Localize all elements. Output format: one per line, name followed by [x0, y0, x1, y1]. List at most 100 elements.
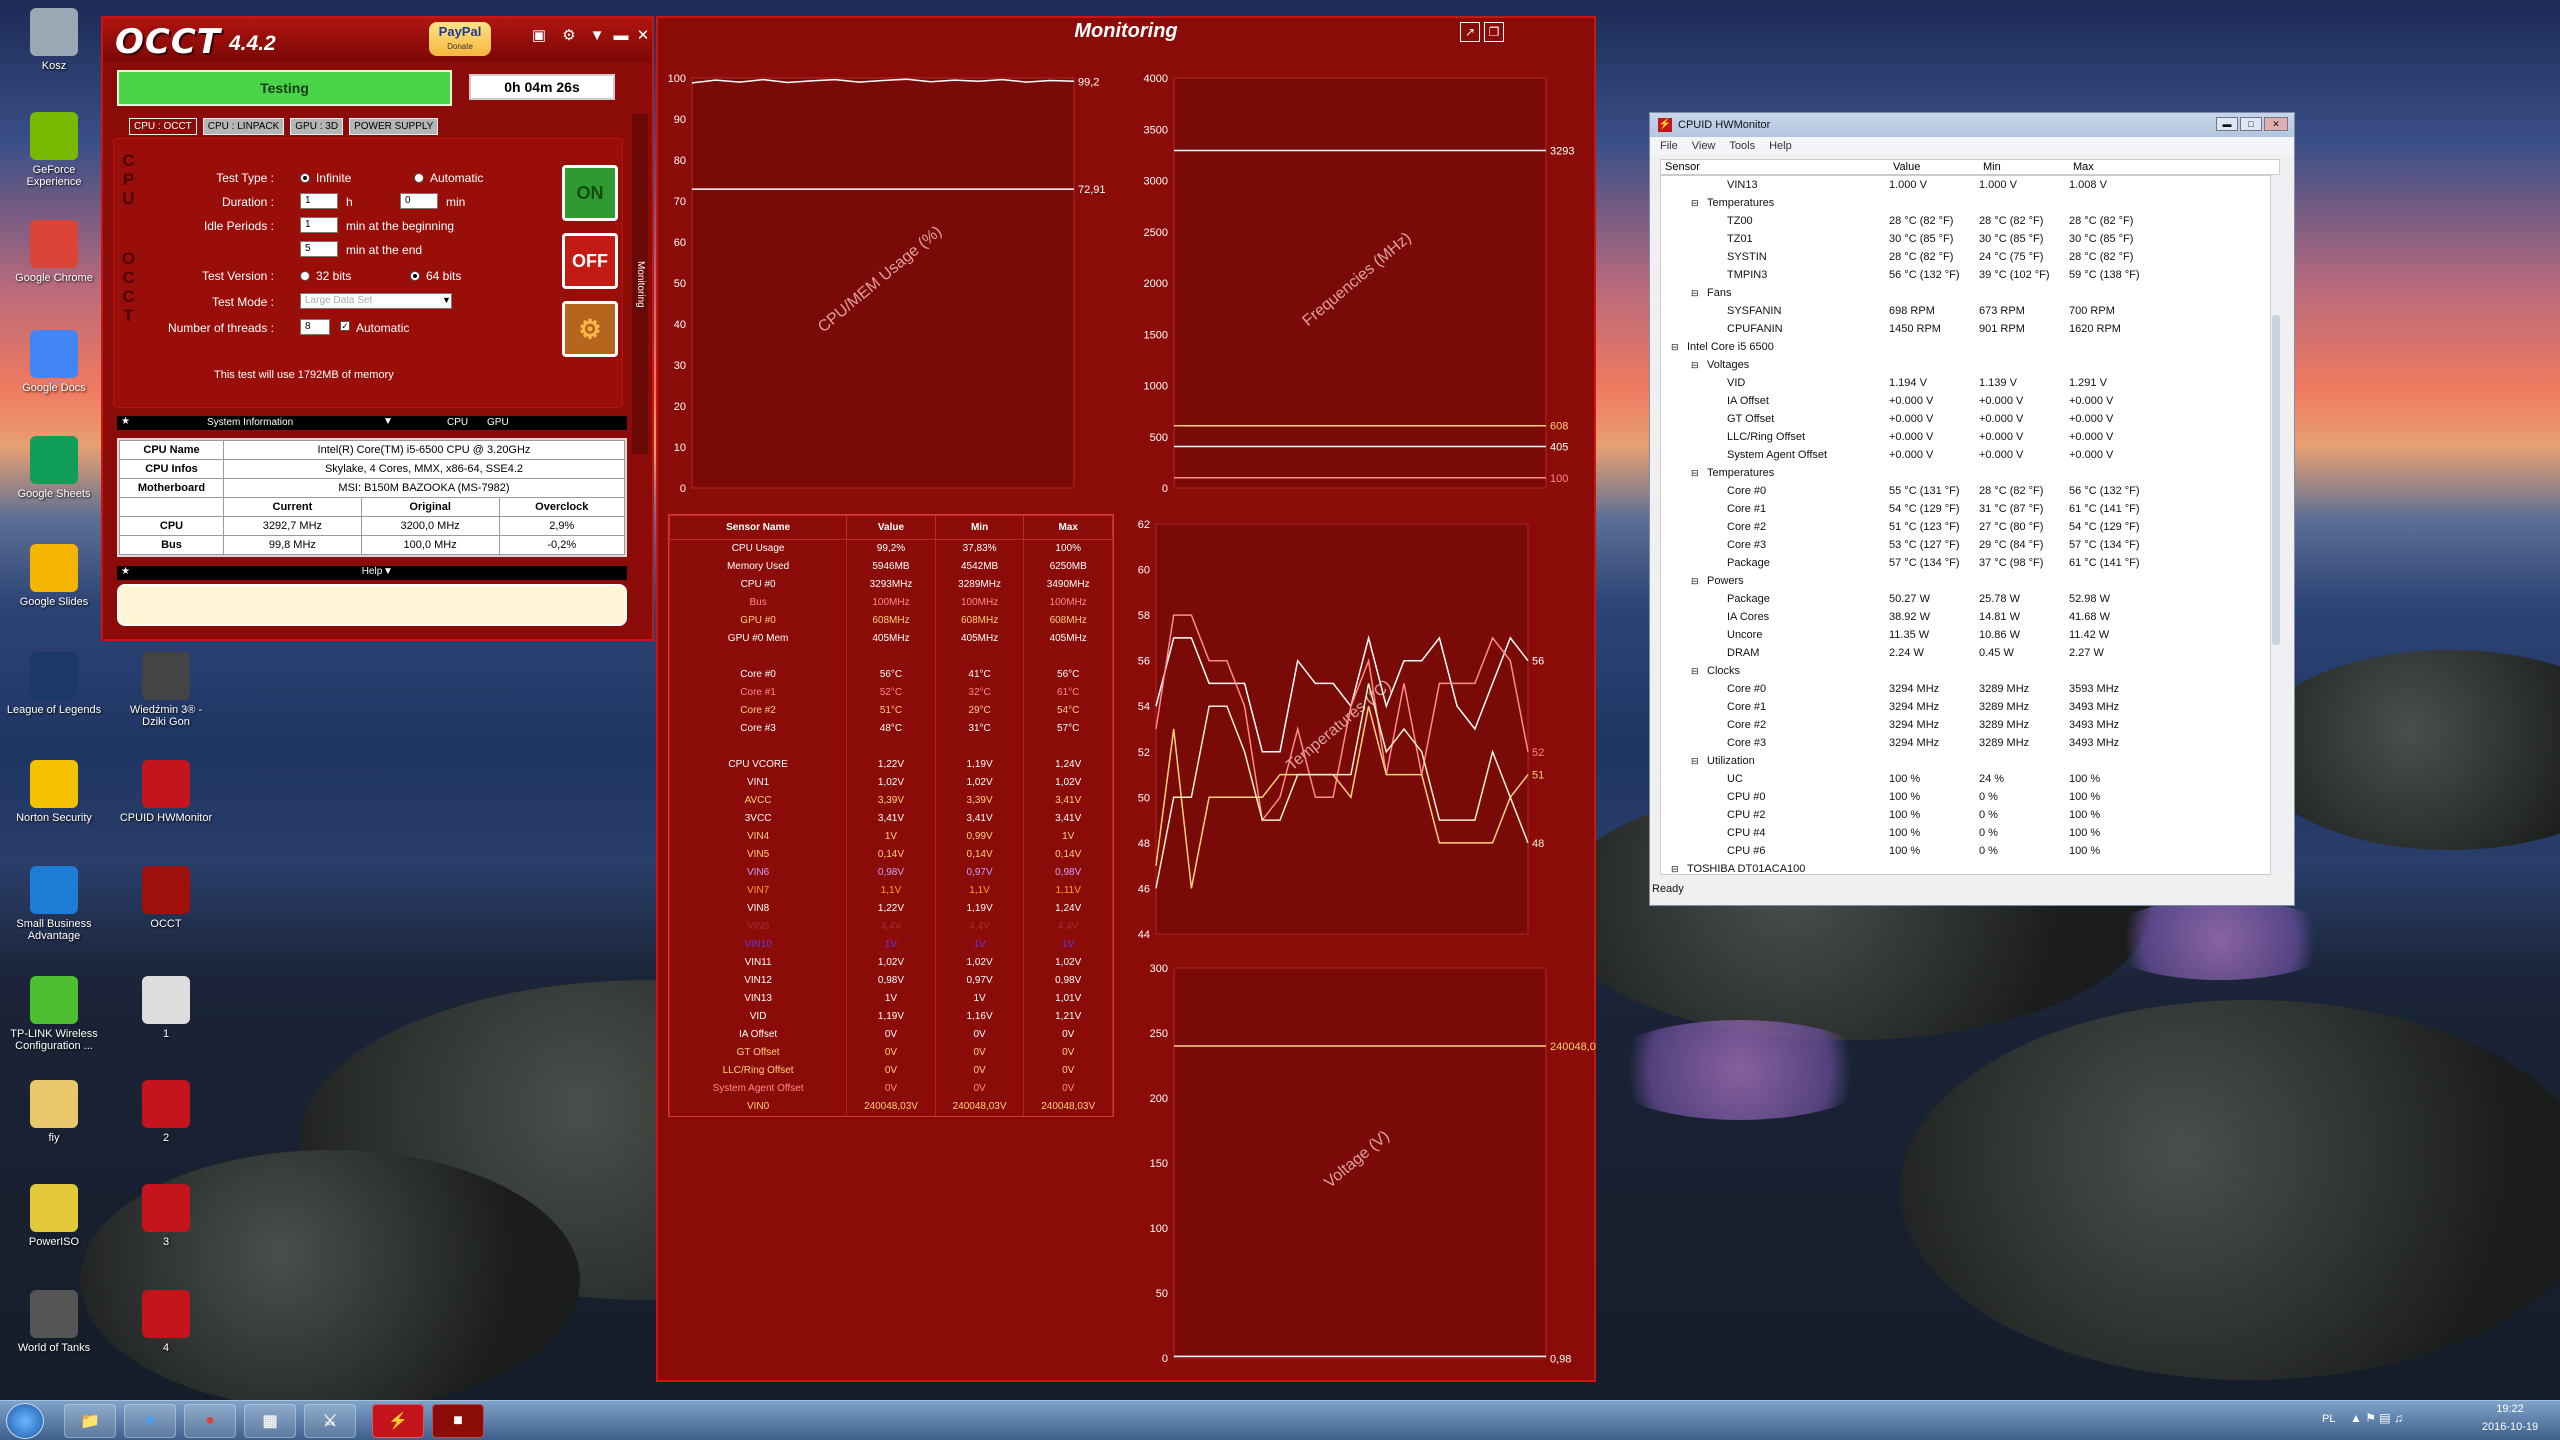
- desktop-icon[interactable]: Small Business Advantage: [6, 866, 102, 942]
- hwmonitor-titlebar[interactable]: ⚡ CPUID HWMonitor ▬ □ ✕: [1650, 113, 2294, 137]
- desktop-icon[interactable]: TP-LINK Wireless Configuration ...: [6, 976, 102, 1052]
- tree-row[interactable]: System Agent Offset +0.000 V +0.000 V +0.00…: [1661, 446, 2269, 464]
- tree-row[interactable]: LLC/Ring Offset +0.000 V +0.000 V +0.000 V: [1661, 428, 2269, 446]
- tree-group[interactable]: ⊟ Clocks: [1661, 662, 2269, 680]
- tree-group[interactable]: ⊟ Voltages: [1661, 356, 2269, 374]
- tree-row[interactable]: TMPIN3 56 °C (132 °F) 39 °C (102 °F) 59 °C …: [1661, 266, 2269, 284]
- sysinfo-tab-cpu[interactable]: CPU: [447, 417, 468, 428]
- desktop-icon[interactable]: CPUID HWMonitor: [118, 760, 214, 824]
- monitoring-toggle[interactable]: Monitoring: [632, 114, 648, 454]
- minimize-icon[interactable]: ▬: [2216, 117, 2238, 131]
- tree-group[interactable]: ⊟ Temperatures: [1661, 194, 2269, 212]
- occt-titlebar[interactable]: OCCT 4.4.2 PayPal Donate ▣ ⚙ ▼ ▬ ✕: [103, 18, 652, 62]
- tree-row[interactable]: CPU #0 100 % 0 % 100 %: [1661, 788, 2269, 806]
- hwmonitor-tree[interactable]: VIN13 1.000 V 1.000 V 1.008 V ⊟ Temperatures T…: [1660, 175, 2280, 875]
- tree-row[interactable]: UC 100 % 24 % 100 %: [1661, 770, 2269, 788]
- tree-group[interactable]: ⊟ Temperatures: [1661, 464, 2269, 482]
- clock-date[interactable]: 2016-10-19: [2470, 1421, 2550, 1433]
- tree-row[interactable]: Core #2 3294 MHz 3289 MHz 3493 MHz: [1661, 716, 2269, 734]
- ie-taskbar-icon[interactable]: e: [124, 1404, 176, 1438]
- radio-64bit[interactable]: [410, 271, 420, 281]
- threads-auto-checkbox[interactable]: ✓: [340, 321, 350, 331]
- tree-row[interactable]: CPU #6 100 % 0 % 100 %: [1661, 842, 2269, 860]
- desktop-icon[interactable]: 2: [118, 1080, 214, 1144]
- tab-gpu-3d[interactable]: GPU : 3D: [290, 118, 344, 135]
- tab-cpu-linpack[interactable]: CPU : LINPACK: [202, 118, 285, 135]
- paypal-donate-button[interactable]: PayPal Donate: [429, 22, 491, 56]
- start-button[interactable]: ON: [562, 165, 618, 221]
- tree-row[interactable]: VID 1.194 V 1.139 V 1.291 V: [1661, 374, 2269, 392]
- tree-row[interactable]: GT Offset +0.000 V +0.000 V +0.000 V: [1661, 410, 2269, 428]
- language-indicator[interactable]: PL: [2322, 1413, 2335, 1425]
- tree-row[interactable]: Core #3 3294 MHz 3289 MHz 3493 MHz: [1661, 734, 2269, 752]
- tab-power-supply[interactable]: POWER SUPPLY: [349, 118, 439, 135]
- radio-automatic[interactable]: [414, 173, 424, 183]
- tree-row[interactable]: Core #3 53 °C (127 °F) 29 °C (84 °F) 57 °C …: [1661, 536, 2269, 554]
- tree-group[interactable]: ⊟ Powers: [1661, 572, 2269, 590]
- expand-icon[interactable]: ⊟: [1671, 338, 1679, 356]
- idle-end-input[interactable]: 5: [300, 241, 338, 257]
- tree-group[interactable]: ⊟ Utilization: [1661, 752, 2269, 770]
- tree-row[interactable]: VIN13 1.000 V 1.000 V 1.008 V: [1661, 176, 2269, 194]
- tree-row[interactable]: TZ00 28 °C (82 °F) 28 °C (82 °F) 28 °C (82 …: [1661, 212, 2269, 230]
- idle-begin-input[interactable]: 1: [300, 217, 338, 233]
- sysinfo-tab-gpu[interactable]: GPU: [487, 417, 509, 428]
- desktop-icon[interactable]: OCCT: [118, 866, 214, 930]
- col-sensor[interactable]: Sensor: [1665, 161, 1700, 173]
- desktop-icon[interactable]: World of Tanks: [6, 1290, 102, 1354]
- menu-file[interactable]: File: [1660, 137, 1678, 155]
- tree-row[interactable]: Core #0 55 °C (131 °F) 28 °C (82 °F) 56 °C …: [1661, 482, 2269, 500]
- test-mode-select[interactable]: Large Data Set: [300, 293, 452, 309]
- expand-icon[interactable]: ⊟: [1691, 752, 1699, 770]
- tree-row[interactable]: Core #2 51 °C (123 °F) 27 °C (80 °F) 54 °C …: [1661, 518, 2269, 536]
- tree-row[interactable]: Uncore 11.35 W 10.86 W 11.42 W: [1661, 626, 2269, 644]
- hwmonitor-taskbar-icon[interactable]: ⚡: [372, 1404, 424, 1438]
- tree-row[interactable]: IA Cores 38.92 W 14.81 W 41.68 W: [1661, 608, 2269, 626]
- minimize-icon[interactable]: ▬: [611, 26, 631, 46]
- expand-icon[interactable]: ⊟: [1691, 464, 1699, 482]
- col-min[interactable]: Min: [1983, 161, 2001, 173]
- clock-time[interactable]: 19:22: [2480, 1403, 2540, 1415]
- desktop-icon[interactable]: Google Slides: [6, 544, 102, 608]
- winrar-taskbar-icon[interactable]: ▦: [244, 1404, 296, 1438]
- scrollbar[interactable]: [2270, 175, 2280, 875]
- desktop-icon[interactable]: GeForce Experience: [6, 112, 102, 188]
- tree-group[interactable]: ⊟ Intel Core i5 6500: [1661, 338, 2269, 356]
- options-button[interactable]: ⚙: [562, 301, 618, 357]
- maximize-icon[interactable]: □: [2240, 117, 2262, 131]
- collapse-icon[interactable]: ▼: [383, 416, 393, 427]
- tree-group[interactable]: ⊟ Fans: [1661, 284, 2269, 302]
- tray-icons[interactable]: ▲ ⚑ ▤ ♫: [2350, 1411, 2403, 1425]
- tree-row[interactable]: CPUFANIN 1450 RPM 901 RPM 1620 RPM: [1661, 320, 2269, 338]
- tree-row[interactable]: Package 50.27 W 25.78 W 52.98 W: [1661, 590, 2269, 608]
- tab-cpu-occt[interactable]: CPU : OCCT: [129, 118, 197, 135]
- desktop-icon[interactable]: Google Chrome: [6, 220, 102, 284]
- duration-hours-input[interactable]: 1: [300, 193, 338, 209]
- occt-taskbar-icon[interactable]: ■: [432, 1404, 484, 1438]
- radio-infinite[interactable]: [300, 173, 310, 183]
- radio-32bit[interactable]: [300, 271, 310, 281]
- expand-icon[interactable]: ⊟: [1691, 194, 1699, 212]
- desktop-icon[interactable]: fiy: [6, 1080, 102, 1144]
- desktop-icon[interactable]: 1: [118, 976, 214, 1040]
- tree-row[interactable]: Core #0 3294 MHz 3289 MHz 3593 MHz: [1661, 680, 2269, 698]
- chrome-taskbar-icon[interactable]: ●: [184, 1404, 236, 1438]
- tree-group[interactable]: ⊟ TOSHIBA DT01ACA100: [1661, 860, 2269, 874]
- tree-row[interactable]: Package 57 °C (134 °F) 37 °C (98 °F) 61 °C …: [1661, 554, 2269, 572]
- desktop-icon[interactable]: PowerISO: [6, 1184, 102, 1248]
- chevron-down-icon[interactable]: ▼: [442, 295, 451, 305]
- tree-row[interactable]: Core #1 3294 MHz 3289 MHz 3493 MHz: [1661, 698, 2269, 716]
- col-value[interactable]: Value: [1893, 161, 1920, 173]
- tree-row[interactable]: CPU #4 100 % 0 % 100 %: [1661, 824, 2269, 842]
- start-button[interactable]: [6, 1403, 44, 1439]
- screenshot-icon[interactable]: ▣: [529, 26, 549, 46]
- menu-tools[interactable]: Tools: [1729, 137, 1755, 155]
- col-max[interactable]: Max: [2073, 161, 2094, 173]
- close-icon[interactable]: ✕: [2264, 117, 2288, 131]
- tree-row[interactable]: SYSTIN 28 °C (82 °F) 24 °C (75 °F) 28 °C (8…: [1661, 248, 2269, 266]
- desktop-icon[interactable]: Google Sheets: [6, 436, 102, 500]
- tree-row[interactable]: SYSFANIN 698 RPM 673 RPM 700 RPM: [1661, 302, 2269, 320]
- stop-button[interactable]: OFF: [562, 233, 618, 289]
- dropdown-icon[interactable]: ▼: [587, 26, 607, 46]
- desktop-icon[interactable]: 4: [118, 1290, 214, 1354]
